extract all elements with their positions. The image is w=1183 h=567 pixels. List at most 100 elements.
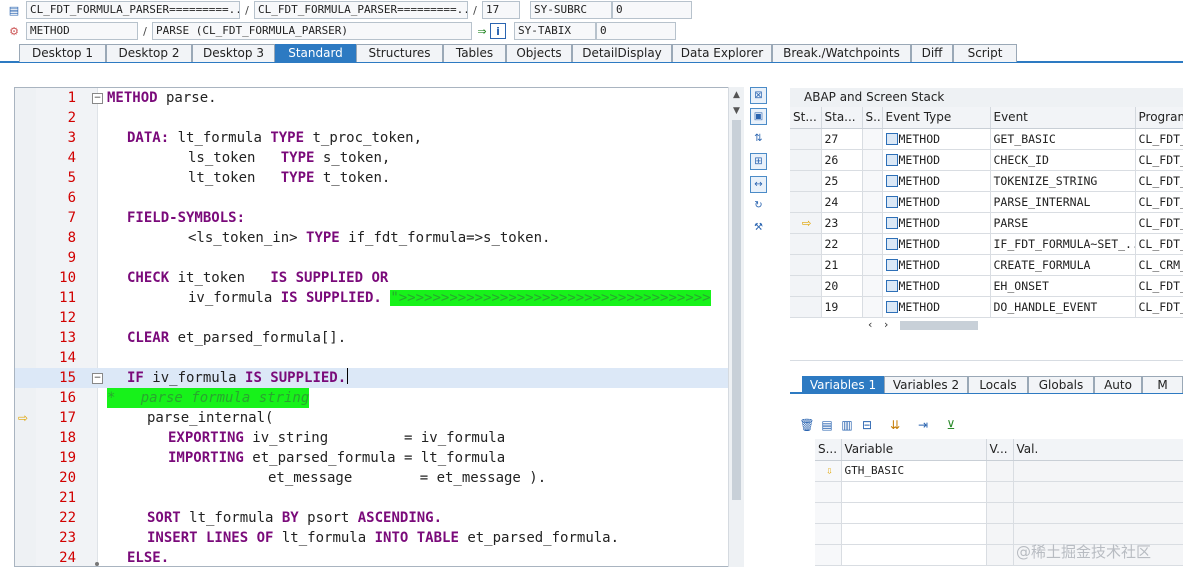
code-line[interactable]: 2 xyxy=(15,108,731,128)
code-line[interactable]: 9 xyxy=(15,248,731,268)
tab-desktop-2[interactable]: Desktop 2 xyxy=(106,44,192,62)
table-row[interactable]: 24 METHOD PARSE_INTERNAL CL_FDT_ xyxy=(790,191,1183,213)
code-line[interactable]: ⇨ 17 parse_internal( xyxy=(15,408,731,428)
tab-more[interactable]: M xyxy=(1142,376,1183,393)
insert-row-icon[interactable]: ▤ xyxy=(818,417,836,434)
code-line[interactable]: 22 SORT lt_formula BY psort ASCENDING. xyxy=(15,508,731,528)
tab-desktop-3[interactable]: Desktop 3 xyxy=(192,44,275,62)
code-line[interactable]: 24 ELSE. xyxy=(15,548,731,566)
main-program-field[interactable]: CL_FDT_FORMULA_PARSER=========... xyxy=(26,1,240,19)
variable-name-cell[interactable]: GTH_BASIC xyxy=(841,460,987,482)
document-icon[interactable]: ▤ xyxy=(6,2,22,18)
scrollbar-thumb[interactable] xyxy=(732,120,741,500)
panel-divider[interactable] xyxy=(790,360,1183,361)
tab-breakpoints[interactable]: Break./Watchpoints xyxy=(772,44,911,62)
column-header[interactable]: Event xyxy=(990,107,1136,129)
code-line[interactable]: 3 DATA: lt_formula TYPE t_proc_token, xyxy=(15,128,731,148)
tab-data-explorer[interactable]: Data Explorer xyxy=(672,44,772,62)
transfer-icon[interactable]: ⇥ xyxy=(914,417,932,434)
table-row[interactable]: 22 METHOD IF_FDT_FORMULA~SET_... CL_FDT_ xyxy=(790,233,1183,255)
fold-toggle-icon[interactable]: − xyxy=(92,93,103,104)
scrollbar-thumb[interactable] xyxy=(900,321,978,330)
tab-desktop-1[interactable]: Desktop 1 xyxy=(19,44,106,62)
maximize-tool-icon[interactable]: ⊞ xyxy=(750,153,767,170)
table-row[interactable]: 19 METHOD DO_HANDLE_EVENT CL_FDT_ xyxy=(790,296,1183,318)
column-header[interactable]: Variable xyxy=(841,439,987,461)
editor-vertical-scrollbar[interactable]: ▲ ▼ xyxy=(728,87,744,567)
line-number-field[interactable]: 17 xyxy=(482,1,520,19)
code-line-current[interactable]: 15 − IF iv_formula IS SUPPLIED. xyxy=(15,368,731,388)
code-line[interactable]: 6 xyxy=(15,188,731,208)
group-icon[interactable]: ⇊ xyxy=(886,417,904,434)
column-header[interactable]: Val. xyxy=(1013,439,1183,461)
code-line[interactable]: 18 EXPORTING iv_string = iv_formula xyxy=(15,428,731,448)
refresh-tool-icon[interactable]: ↻ xyxy=(750,198,767,215)
column-header[interactable]: Sta... xyxy=(821,107,863,129)
table-row[interactable]: 21 METHOD CREATE_FORMULA CL_CRM_ xyxy=(790,254,1183,276)
table-row-current[interactable]: ⇨ 23 METHOD PARSE CL_FDT_ xyxy=(790,212,1183,234)
table-row[interactable] xyxy=(815,481,1183,503)
column-header[interactable]: S... xyxy=(815,439,842,461)
tab-locals[interactable]: Locals xyxy=(968,376,1028,393)
tab-diff[interactable]: Diff xyxy=(911,44,953,62)
table-row[interactable]: 25 METHOD TOKENIZE_STRING CL_FDT_ xyxy=(790,170,1183,192)
close-tool-icon[interactable]: ⊠ xyxy=(750,87,767,104)
code-line[interactable]: 21 xyxy=(15,488,731,508)
code-line[interactable]: 11 iv_formula IS SUPPLIED. ">>>>>>>>>>>>… xyxy=(15,288,731,308)
code-line[interactable]: 20 et_message = et_message ). xyxy=(15,468,731,488)
fold-toggle-icon[interactable]: − xyxy=(92,373,103,384)
tab-structures[interactable]: Structures xyxy=(356,44,443,62)
table-row[interactable]: 27 METHOD GET_BASIC CL_FDT_ xyxy=(790,128,1183,150)
code-line[interactable]: 13 CLEAR et_parsed_formula[]. xyxy=(15,328,731,348)
remove-row-icon[interactable]: ⊟ xyxy=(858,417,876,434)
tab-script[interactable]: Script xyxy=(953,44,1017,62)
scroll-left-icon[interactable]: ‹ xyxy=(868,318,872,331)
tab-tables[interactable]: Tables xyxy=(443,44,506,62)
navigate-icon[interactable]: ⇒ xyxy=(474,23,490,39)
code-line[interactable]: 14 xyxy=(15,348,731,368)
code-line[interactable]: 4 ls_token TYPE s_token, xyxy=(15,148,731,168)
column-header[interactable]: S... xyxy=(862,107,883,129)
event-type-field[interactable]: METHOD xyxy=(26,22,138,40)
column-header[interactable]: V... xyxy=(986,439,1014,461)
table-row[interactable]: 26 METHOD CHECK_ID CL_FDT_ xyxy=(790,149,1183,171)
scroll-up-icon[interactable]: ▲ xyxy=(729,88,744,103)
code-line[interactable]: 10 CHECK it_token IS SUPPLIED OR xyxy=(15,268,731,288)
tab-variables-2[interactable]: Variables 2 xyxy=(884,376,968,393)
code-line[interactable]: 19 IMPORTING et_parsed_formula = lt_form… xyxy=(15,448,731,468)
code-line[interactable]: 5 lt_token TYPE t_token. xyxy=(15,168,731,188)
info-icon[interactable]: i xyxy=(490,23,506,39)
code-line[interactable]: 1 − METHOD parse. xyxy=(15,88,731,108)
code-line[interactable]: 23 INSERT LINES OF lt_formula INTO TABLE… xyxy=(15,528,731,548)
include-field[interactable]: CL_FDT_FORMULA_PARSER=========... xyxy=(254,1,468,19)
code-line[interactable]: 7 FIELD-SYMBOLS: xyxy=(15,208,731,228)
filter-icon[interactable]: ⊻ xyxy=(942,417,960,434)
tab-globals[interactable]: Globals xyxy=(1028,376,1094,393)
tab-auto[interactable]: Auto xyxy=(1094,376,1142,393)
scroll-down-icon[interactable]: ▼ xyxy=(729,104,744,119)
view-cell[interactable] xyxy=(986,460,1014,482)
services-tool-icon[interactable]: ⚒ xyxy=(750,220,767,237)
column-header[interactable]: Program xyxy=(1135,107,1183,129)
table-row[interactable] xyxy=(815,502,1183,524)
scroll-right-icon[interactable]: › xyxy=(884,318,888,331)
table-row[interactable]: 20 METHOD EH_ONSET CL_FDT_ xyxy=(790,275,1183,297)
tab-objects[interactable]: Objects xyxy=(506,44,572,62)
append-row-icon[interactable]: ▥ xyxy=(838,417,856,434)
code-line[interactable]: 12 xyxy=(15,308,731,328)
gear-icon[interactable]: ⚙ xyxy=(6,23,22,39)
delete-icon[interactable]: 🗑 xyxy=(798,417,816,434)
tab-detail-display[interactable]: DetailDisplay xyxy=(572,44,672,62)
column-header[interactable]: Event Type xyxy=(882,107,991,129)
table-row[interactable]: ⇩ GTH_BASIC xyxy=(815,460,1183,482)
code-line[interactable]: 8 <ls_token_in> TYPE if_fdt_formula=>s_t… xyxy=(15,228,731,248)
code-line[interactable]: 16 * parse formula string xyxy=(15,388,731,408)
value-cell[interactable] xyxy=(1013,460,1183,482)
source-code-editor[interactable]: 1 − METHOD parse. 2 3 DATA: lt_formula T… xyxy=(14,87,744,567)
column-header[interactable]: St... xyxy=(790,107,822,129)
resize-tool-icon[interactable]: ↔ xyxy=(750,176,767,193)
tab-standard[interactable]: Standard xyxy=(275,44,356,62)
stack-horizontal-scrollbar[interactable]: ‹ › xyxy=(864,318,984,332)
swap-tool-icon[interactable]: ⇅ xyxy=(750,131,767,148)
replace-tool-icon[interactable]: ▣ xyxy=(750,108,767,125)
